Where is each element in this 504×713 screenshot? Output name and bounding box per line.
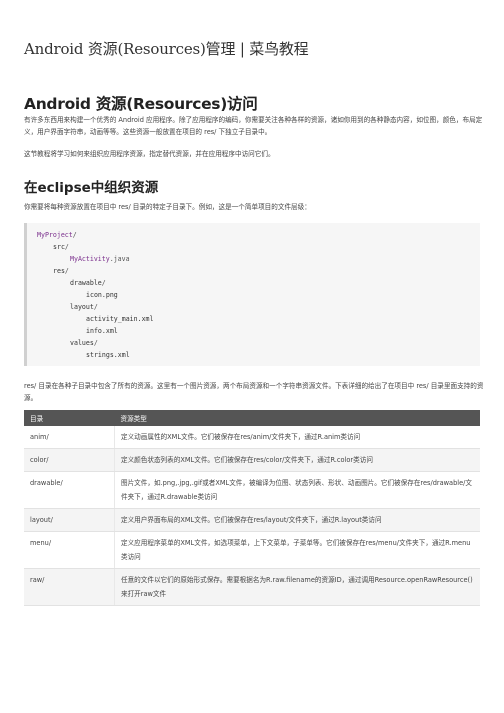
hierarchy-intro-paragraph: 你需要将每种资源放置在项目中 res/ 目录的特定子目录下。例如，这是一个简单项… bbox=[24, 203, 311, 211]
table-cell-directory: color/ bbox=[24, 448, 115, 472]
code-block-file-tree: MyProject/ src/ MyActivity.java res/ dra… bbox=[24, 223, 480, 366]
table-header-row: 目录 资源类型 bbox=[24, 410, 480, 426]
table-row: anim/ 定义动画属性的XML文件。它们被保存在res/anim/文件夹下，通… bbox=[24, 426, 480, 449]
table-cell-description: 任意的文件以它们的原始形式保存。需要根据名为R.raw.filename的资源I… bbox=[114, 568, 480, 606]
table-row: color/ 定义颜色状态列表的XML文件。它们被保存在res/color/文件… bbox=[24, 448, 480, 472]
section-heading-eclipse: 在eclipse中组织资源 bbox=[24, 180, 159, 196]
intro-paragraph: 有许多东西用来构建一个优秀的 Android 应用程序。除了应用程序的编码，你需… bbox=[24, 116, 483, 136]
table-cell-description: 定义用户界面布局的XML文件。它们被保存在res/layout/文件夹下，通过R… bbox=[114, 508, 480, 532]
table-cell-description: 定义动画属性的XML文件。它们被保存在res/anim/文件夹下，通过R.ani… bbox=[114, 426, 480, 449]
code-line: strings.xml bbox=[86, 351, 130, 359]
table-cell-description: 定义颜色状态列表的XML文件。它们被保存在res/color/文件夹下，通过R.… bbox=[114, 448, 480, 472]
code-line: MyActivity.java bbox=[70, 255, 130, 263]
table-row: menu/ 定义应用程序菜单的XML文件，如选项菜单，上下文菜单，子菜单等。它们… bbox=[24, 531, 480, 569]
code-line: layout/ bbox=[70, 303, 98, 311]
table-cell-directory: raw/ bbox=[24, 568, 115, 606]
code-line: drawable/ bbox=[70, 279, 106, 287]
table-cell-directory: menu/ bbox=[24, 531, 115, 569]
code-line: MyProject/ bbox=[37, 231, 77, 239]
code-line: values/ bbox=[70, 339, 98, 347]
code-line: src/ bbox=[53, 243, 69, 251]
table-cell-description: 图片文件，如.png,.jpg,.gif或者XML文件，被编译为位图、状态列表、… bbox=[114, 471, 480, 509]
code-line: icon.png bbox=[86, 291, 118, 299]
tutorial-scope-paragraph: 这节教程将学习如何来组织应用程序资源，指定替代资源，并在应用程序中访问它们。 bbox=[24, 150, 275, 158]
table-cell-directory: drawable/ bbox=[24, 471, 115, 509]
code-line: activity_main.xml bbox=[86, 315, 154, 323]
table-row: raw/ 任意的文件以它们的原始形式保存。需要根据名为R.raw.filenam… bbox=[24, 568, 480, 606]
table-cell-directory: layout/ bbox=[24, 508, 115, 532]
table-row: drawable/ 图片文件，如.png,.jpg,.gif或者XML文件，被编… bbox=[24, 471, 480, 509]
code-line: info.xml bbox=[86, 327, 118, 335]
document-title: Android 资源(Resources)管理 | 菜鸟教程 bbox=[24, 40, 309, 58]
table-cell-description: 定义应用程序菜单的XML文件，如选项菜单，上下文菜单，子菜单等。它们被保存在re… bbox=[114, 531, 480, 569]
resource-types-table: 目录 资源类型 anim/ 定义动画属性的XML文件。它们被保存在res/ani… bbox=[24, 410, 480, 606]
code-line: res/ bbox=[53, 267, 69, 275]
table-row: layout/ 定义用户界面布局的XML文件。它们被保存在res/layout/… bbox=[24, 508, 480, 532]
table-header-resource-type: 资源类型 bbox=[114, 410, 480, 426]
table-header-directory: 目录 bbox=[24, 410, 115, 426]
table-cell-directory: anim/ bbox=[24, 426, 115, 449]
section-heading-resources-access: Android 资源(Resources)访问 bbox=[24, 95, 258, 113]
table-intro-paragraph: res/ 目录在各种子目录中包含了所有的资源。这里有一个图片资源，两个布局资源和… bbox=[24, 382, 484, 402]
document-page: Android 资源(Resources)管理 | 菜鸟教程 Android 资… bbox=[0, 0, 504, 713]
